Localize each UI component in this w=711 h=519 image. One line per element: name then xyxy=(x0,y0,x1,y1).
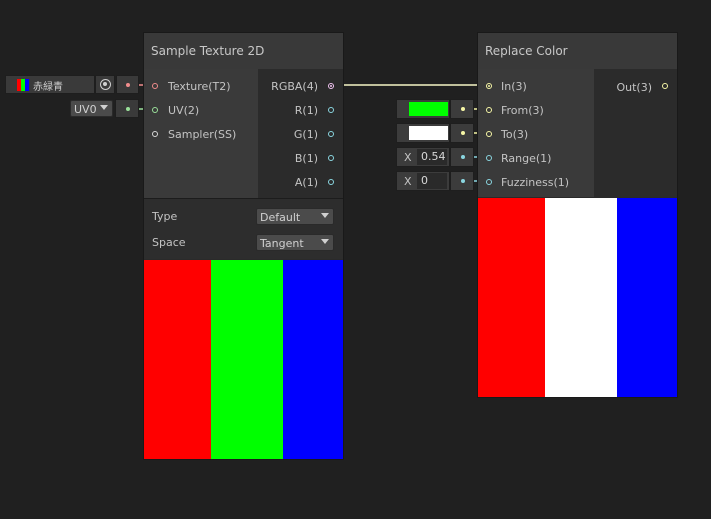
uv-channel-value: UV0 xyxy=(74,103,97,116)
g-port-label: G(1) xyxy=(293,128,318,141)
range-port-stub xyxy=(450,147,474,167)
preview-red-stripe xyxy=(478,198,545,397)
from-connector-dot xyxy=(461,107,465,111)
to-port-stub xyxy=(450,123,474,143)
object-picker-icon xyxy=(100,79,111,90)
fuzziness-connector-dot xyxy=(461,179,465,183)
space-value: Tangent xyxy=(260,237,304,250)
preview-white-stripe xyxy=(545,198,617,397)
in-port-label: In(3) xyxy=(501,80,527,93)
to-port-dot[interactable] xyxy=(486,131,492,137)
to-port-label: To(3) xyxy=(501,128,529,141)
chevron-down-icon xyxy=(321,213,329,218)
chevron-down-icon xyxy=(321,239,329,244)
space-label: Space xyxy=(152,236,186,249)
r-port-dot[interactable] xyxy=(328,107,334,113)
chevron-down-icon xyxy=(100,105,108,110)
sample-texture-2d-node[interactable]: Sample Texture 2D Texture(T2) UV(2) Samp… xyxy=(143,32,344,460)
preview-blue-stripe xyxy=(283,260,343,459)
preview-green-stripe xyxy=(211,260,283,459)
type-value: Default xyxy=(260,211,301,224)
node-title: Sample Texture 2D xyxy=(151,44,265,58)
texture-port-stub xyxy=(116,75,139,94)
fuzziness-port-stub xyxy=(450,171,474,191)
type-label: Type xyxy=(152,210,178,223)
sampler-port-dot[interactable] xyxy=(152,131,158,137)
out-port-label: Out(3) xyxy=(616,81,652,94)
type-dropdown[interactable]: Default xyxy=(256,208,334,225)
fuzziness-field[interactable]: X 0 xyxy=(396,171,450,191)
from-port-stub xyxy=(450,99,474,119)
texture-connector-dot xyxy=(126,83,130,87)
uv-port-stub xyxy=(115,99,139,118)
node-header[interactable]: Replace Color xyxy=(478,33,677,69)
from-port-dot[interactable] xyxy=(486,107,492,113)
space-dropdown[interactable]: Tangent xyxy=(256,234,334,251)
fuzziness-port-label: Fuzziness(1) xyxy=(501,176,570,189)
preview-blue-stripe xyxy=(617,198,677,397)
a-port-dot[interactable] xyxy=(328,179,334,185)
texture-name: 赤緑青 xyxy=(33,82,63,93)
range-axis-label: X xyxy=(404,151,412,164)
out-port-dot[interactable] xyxy=(662,83,668,89)
to-connector-dot xyxy=(461,131,465,135)
texture-thumbnail-icon xyxy=(17,79,29,91)
range-port-label: Range(1) xyxy=(501,152,552,165)
object-picker-button[interactable] xyxy=(95,75,115,94)
texture-port-label: Texture(T2) xyxy=(168,80,231,93)
node-settings: Type Default Space Tangent xyxy=(144,198,343,259)
rgba-port-dot[interactable] xyxy=(328,83,334,89)
b-port-label: B(1) xyxy=(294,152,318,165)
range-field[interactable]: X 0.54 xyxy=(396,147,450,167)
result-preview xyxy=(478,198,677,397)
fuzziness-value-input[interactable]: 0 xyxy=(417,173,447,189)
rgba-port-label: RGBA(4) xyxy=(271,80,318,93)
to-color-field[interactable] xyxy=(396,123,450,143)
sampler-port-label: Sampler(SS) xyxy=(168,128,237,141)
node-header[interactable]: Sample Texture 2D xyxy=(144,33,343,69)
range-connector-dot xyxy=(461,155,465,159)
texture-input-field[interactable]: 赤緑青 xyxy=(5,75,95,94)
in-port-dot[interactable] xyxy=(486,83,492,89)
fuzziness-axis-label: X xyxy=(404,175,412,188)
from-color-swatch[interactable] xyxy=(409,102,448,116)
g-port-dot[interactable] xyxy=(328,131,334,137)
b-port-dot[interactable] xyxy=(328,155,334,161)
preview-red-stripe xyxy=(144,260,211,459)
texture-port-dot[interactable] xyxy=(152,83,158,89)
texture-preview xyxy=(144,260,343,459)
uv-channel-dropdown[interactable]: UV0 xyxy=(70,100,113,117)
to-color-swatch[interactable] xyxy=(409,126,448,140)
from-port-label: From(3) xyxy=(501,104,544,117)
r-port-label: R(1) xyxy=(294,104,318,117)
replace-color-node[interactable]: Replace Color In(3) From(3) To(3) Range(… xyxy=(477,32,678,398)
fuzziness-port-dot[interactable] xyxy=(486,179,492,185)
range-port-dot[interactable] xyxy=(486,155,492,161)
a-port-label: A(1) xyxy=(294,176,318,189)
node-title: Replace Color xyxy=(485,44,568,58)
uv-port-label: UV(2) xyxy=(168,104,200,117)
uv-connector-dot xyxy=(126,107,130,111)
uv-port-dot[interactable] xyxy=(152,107,158,113)
from-color-field[interactable] xyxy=(396,99,450,119)
range-value-input[interactable]: 0.54 xyxy=(417,149,447,165)
